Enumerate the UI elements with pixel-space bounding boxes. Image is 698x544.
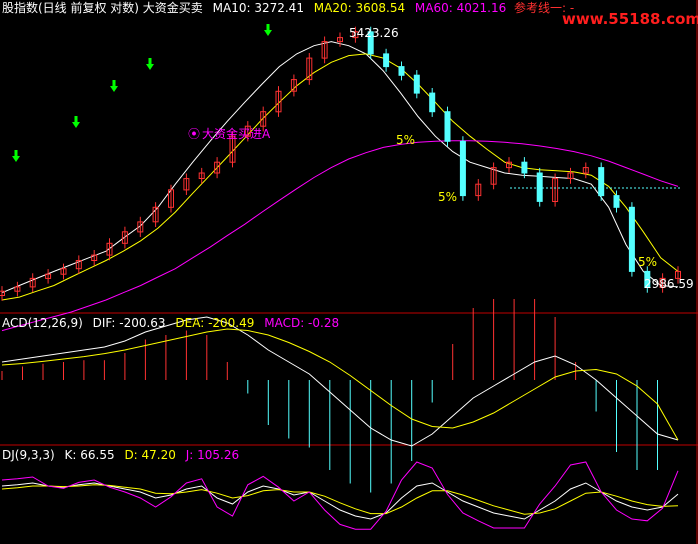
buy-arrow-icon — [146, 64, 154, 70]
buy-arrow-stem — [148, 58, 152, 64]
candle-body — [628, 206, 635, 272]
low-price-label: 2986.59 — [644, 277, 694, 291]
candle-body — [444, 111, 451, 142]
ma20-value: MA20: 3608.54 — [313, 1, 406, 15]
chart-canvas — [0, 0, 698, 544]
dif-line — [1, 316, 679, 447]
dif-value: DIF: -200.63 — [92, 316, 166, 330]
dea-value: DEA: -200.49 — [175, 316, 255, 330]
macd-value: MACD: -0.28 — [264, 316, 340, 330]
d-value: D: 47.20 — [124, 448, 176, 462]
ma-line-ma60 — [1, 140, 679, 332]
price-panel-header: 股指数(日线 前复权 对数) 大资金买卖 MA10: 3272.41 MA20:… — [2, 1, 512, 15]
dea-line — [1, 328, 679, 441]
buy-arrow-icon — [110, 86, 118, 92]
buy-arrow-stem — [112, 80, 116, 86]
macd-name: ACD(12,26,9) — [2, 316, 83, 330]
indicator-title: 股指数(日线 前复权 对数) 大资金买卖 — [2, 1, 203, 15]
high-price-label: 5423.26 — [349, 26, 399, 40]
kdj-line-j — [1, 461, 679, 530]
stock-chart-window: 股指数(日线 前复权 对数) 大资金买卖 MA10: 3272.41 MA20:… — [0, 0, 698, 544]
candle-body — [459, 140, 466, 197]
percent-label-3: 5% — [638, 255, 658, 269]
buy-arrow-stem — [14, 150, 18, 156]
buy-signal-label: ⦿ 大资金买进A — [188, 127, 276, 141]
percent-label-2: 5% — [438, 190, 458, 204]
candle-body — [383, 53, 390, 68]
candle-body — [613, 195, 620, 208]
candle-body — [598, 167, 605, 197]
watermark: www.55188.com — [562, 10, 698, 28]
ma10-value: MA10: 3272.41 — [212, 1, 304, 15]
macd-panel-header: ACD(12,26,9) DIF: -200.63 DEA: -200.49 M… — [2, 316, 345, 330]
candle-body — [413, 74, 420, 94]
buy-arrow-icon — [72, 122, 80, 128]
buy-signal-text: 大资金买进A — [202, 127, 271, 141]
ma-line-ma20 — [1, 53, 679, 301]
kdj-line-k — [1, 482, 679, 520]
buy-arrow-icon — [264, 30, 272, 36]
k-value: K: 66.55 — [64, 448, 115, 462]
buy-arrow-icon — [12, 156, 20, 162]
candle-body — [429, 92, 436, 113]
candle-body — [521, 161, 528, 174]
ma60-value: MA60: 4021.16 — [414, 1, 507, 15]
kdj-panel-header: DJ(9,3,3) K: 66.55 D: 47.20 J: 105.26 — [2, 448, 245, 462]
buy-arrow-stem — [266, 24, 270, 30]
percent-label-1: 5% — [396, 133, 416, 147]
kdj-name: DJ(9,3,3) — [2, 448, 55, 462]
candle-body — [536, 172, 543, 202]
j-value: J: 105.26 — [185, 448, 240, 462]
ma-line-ma10 — [1, 41, 679, 294]
candle-body — [398, 66, 405, 76]
buy-arrow-stem — [74, 116, 78, 122]
target-icon: ⦿ — [188, 127, 201, 141]
